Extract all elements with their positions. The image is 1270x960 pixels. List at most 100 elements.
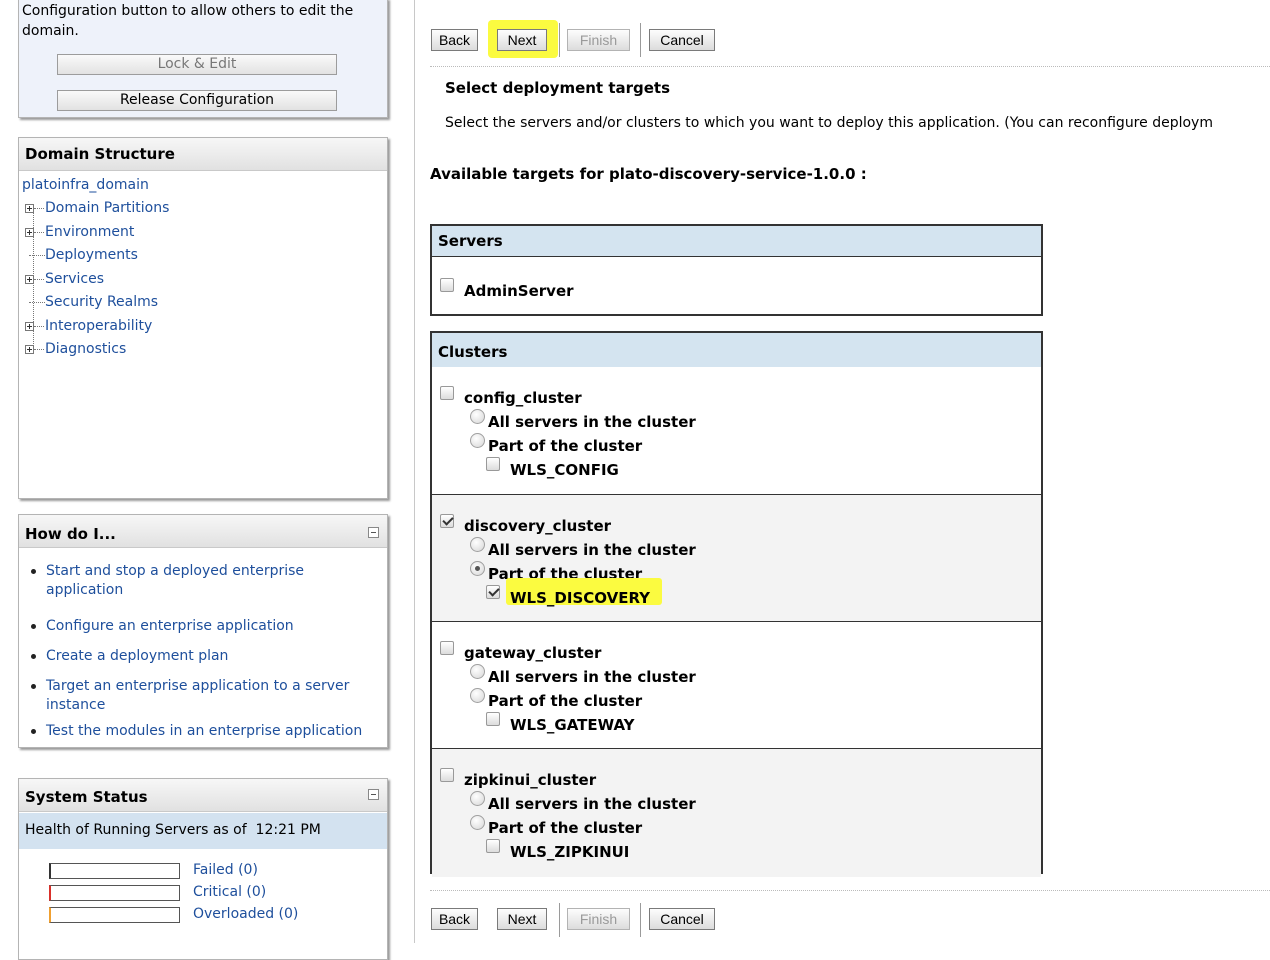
part-of-cluster-label: Part of the cluster — [488, 692, 643, 710]
collapse-icon[interactable] — [368, 527, 379, 538]
tree-item-link[interactable]: Environment — [45, 224, 134, 240]
tree-item: Interoperability — [19, 318, 319, 341]
how-do-i-link-line1: Create a deployment plan — [46, 648, 229, 664]
tree-item-link[interactable]: Domain Partitions — [45, 200, 169, 216]
cluster-server-name: WLS_CONFIG — [510, 461, 619, 479]
clusters-table: Clusters config_cluster All servers in th… — [430, 331, 1043, 877]
cluster-server-name: WLS_ZIPKINUI — [510, 843, 630, 861]
all-servers-label: All servers in the cluster — [488, 795, 696, 813]
cluster-checkbox[interactable] — [440, 641, 454, 655]
column-divider — [414, 0, 415, 943]
left-sidebar: Configuration button to allow others to … — [0, 0, 415, 960]
part-of-cluster-radio[interactable] — [470, 815, 485, 830]
tree-item-link[interactable]: Services — [45, 271, 104, 287]
all-servers-radio[interactable] — [470, 791, 485, 806]
finish-button[interactable]: Finish — [567, 29, 630, 51]
cluster-server-checkbox[interactable] — [486, 839, 500, 853]
domain-root-link[interactable]: platoinfra_domain — [22, 177, 149, 193]
status-label[interactable]: Critical (0) — [193, 884, 266, 900]
cluster-name: zipkinui_cluster — [464, 771, 597, 789]
cluster-checkbox[interactable] — [440, 768, 454, 782]
tree-item-link[interactable]: Security Realms — [45, 294, 158, 310]
how-do-i-link[interactable]: Start and stop a deployed enterprise appl… — [46, 562, 304, 600]
how-do-i-link[interactable]: Target an enterprise application to a se… — [46, 677, 349, 715]
tree-item: Domain Partitions — [19, 200, 319, 223]
tree-connector — [34, 231, 44, 233]
tree-connector — [34, 278, 44, 280]
tree-item-link[interactable]: Diagnostics — [45, 341, 126, 357]
part-of-cluster-radio[interactable] — [470, 688, 485, 703]
cluster-server-checkbox[interactable] — [486, 457, 500, 471]
clusters-header: Clusters — [432, 333, 1041, 368]
cluster-server-name: WLS_GATEWAY — [510, 716, 635, 734]
tree-connector — [29, 302, 45, 303]
cluster-checkbox[interactable] — [440, 514, 454, 528]
cluster-row: zipkinui_cluster All servers in the clust… — [432, 748, 1041, 877]
all-servers-radio[interactable] — [470, 409, 485, 424]
cluster-row: config_cluster All servers in the cluster… — [432, 367, 1041, 494]
how-do-i-link[interactable]: Test the modules in an enterprise applic… — [46, 722, 362, 741]
cluster-name: config_cluster — [464, 389, 582, 407]
how-do-i-title: How do I... — [25, 525, 116, 543]
how-do-i-link-line1: Target an enterprise application to a se… — [46, 678, 350, 694]
expand-icon[interactable] — [25, 274, 34, 284]
all-servers-label: All servers in the cluster — [488, 668, 696, 686]
cluster-checkbox[interactable] — [440, 386, 454, 400]
release-configuration-button[interactable]: Release Configuration — [57, 90, 337, 111]
status-bar — [49, 907, 180, 923]
domain-structure-panel: Domain Structure platoinfra_domain Domai… — [18, 137, 388, 499]
system-status-title: System Status — [25, 788, 148, 806]
how-do-i-link[interactable]: Configure an enterprise application — [46, 617, 294, 636]
how-do-i-link-line1: Start and stop a deployed enterprise — [46, 563, 305, 579]
part-of-cluster-radio[interactable] — [470, 433, 485, 448]
tree-item-link[interactable]: Deployments — [45, 247, 138, 263]
button-separator — [640, 903, 641, 937]
button-separator — [640, 23, 641, 57]
expand-icon[interactable] — [25, 204, 34, 213]
cancel-button[interactable]: Cancel — [649, 908, 715, 930]
finish-button[interactable]: Finish — [567, 908, 630, 930]
domain-structure-title: Domain Structure — [25, 145, 175, 163]
part-of-cluster-label: Part of the cluster — [488, 437, 643, 455]
part-of-cluster-radio[interactable] — [470, 561, 485, 576]
lock-edit-button[interactable]: Lock & Edit — [57, 54, 337, 75]
how-do-i-link-line2: instance — [46, 697, 106, 713]
bullet-icon — [31, 729, 36, 734]
collapse-icon[interactable] — [368, 789, 379, 800]
tree-item: Security Realms — [19, 294, 319, 317]
next-button[interactable]: Next — [497, 29, 547, 51]
servers-header: Servers — [432, 226, 1041, 257]
status-label[interactable]: Failed (0) — [193, 862, 258, 878]
cancel-button[interactable]: Cancel — [649, 29, 715, 51]
button-separator — [559, 903, 560, 937]
servers-header-label: Servers — [438, 232, 503, 250]
status-label[interactable]: Overloaded (0) — [193, 906, 298, 922]
tree-item-link[interactable]: Interoperability — [45, 318, 152, 334]
clusters-header-label: Clusters — [438, 343, 508, 361]
system-status-header: System Status — [19, 779, 387, 812]
expand-icon[interactable] — [25, 227, 34, 237]
all-servers-radio[interactable] — [470, 537, 485, 552]
cluster-server-checkbox[interactable] — [486, 712, 500, 726]
section-description: Select the servers and/or clusters to wh… — [445, 115, 1213, 131]
back-button[interactable]: Back — [431, 908, 478, 930]
available-targets-label: Available targets for plato-discovery-se… — [430, 165, 867, 183]
health-label: Health of Running Servers as of 12:21 PM — [25, 822, 321, 838]
status-bar — [49, 885, 180, 901]
cluster-server-name: WLS_DISCOVERY — [510, 589, 651, 607]
cluster-row: gateway_cluster All servers in the cluste… — [432, 621, 1041, 749]
how-do-i-link-line1: Configure an enterprise application — [46, 618, 294, 634]
next-button[interactable]: Next — [497, 908, 547, 930]
how-do-i-link[interactable]: Create a deployment plan — [46, 647, 228, 666]
tree-connector — [34, 208, 44, 209]
how-do-i-link-line1: Test the modules in an enterprise applic… — [46, 723, 363, 739]
all-servers-radio[interactable] — [470, 664, 485, 679]
expand-icon[interactable] — [25, 321, 34, 331]
bullet-icon — [31, 624, 36, 629]
bullet-icon — [31, 654, 36, 659]
cluster-server-checkbox[interactable] — [486, 585, 500, 599]
back-button[interactable]: Back — [431, 29, 478, 51]
server-checkbox[interactable] — [440, 278, 454, 292]
tree-connector — [34, 349, 44, 350]
expand-icon[interactable] — [25, 345, 34, 354]
